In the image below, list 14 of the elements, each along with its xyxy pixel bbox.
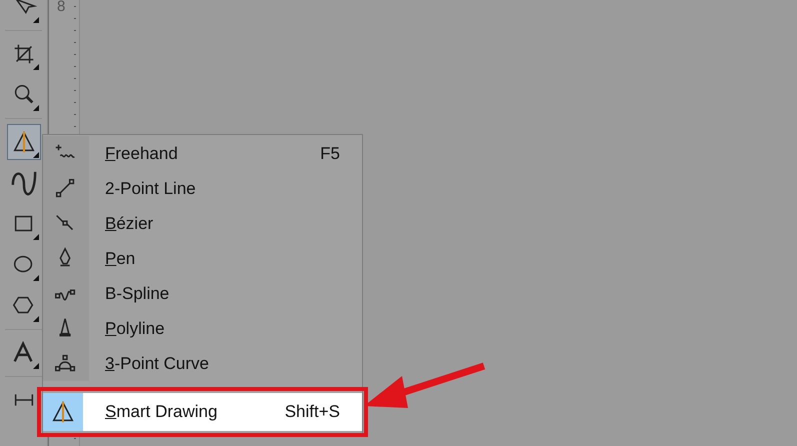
flyout-triangle-icon: [32, 275, 38, 281]
flyout-triangle-icon: [32, 64, 38, 70]
ruler-number: 8: [57, 0, 66, 17]
flyout-triangle-icon: [32, 316, 38, 322]
menu-item[interactable]: Smart Drawing Shift+S: [43, 393, 362, 431]
triangle-pencil-icon: [10, 129, 36, 155]
flyout-triangle-icon: [32, 363, 38, 369]
curve-icon: [10, 170, 36, 196]
flyout-triangle-icon: [32, 17, 38, 23]
flyout-triangle-icon: [32, 152, 38, 158]
flyout-triangle-icon: [32, 105, 38, 111]
flyout-triangle-icon: [32, 234, 38, 240]
triangle-pencil-icon: [50, 399, 76, 425]
toolbox-tool[interactable]: [6, 124, 40, 160]
